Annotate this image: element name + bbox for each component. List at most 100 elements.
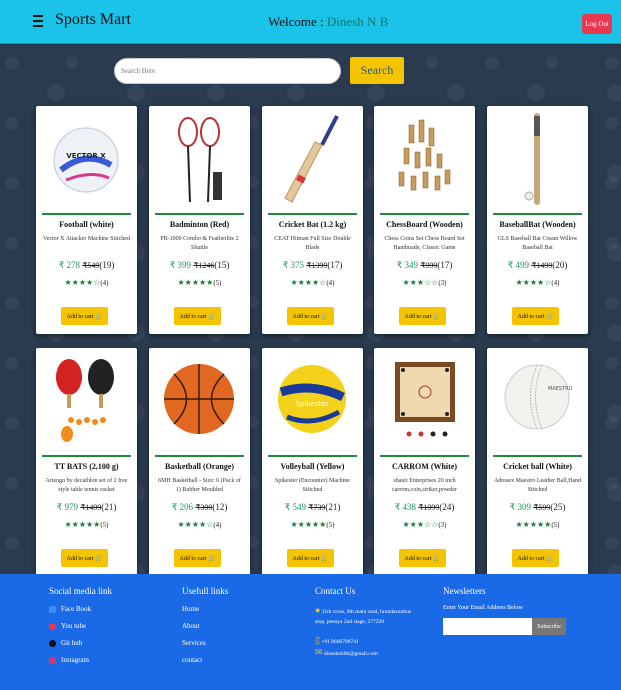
star-rating-icon: ★★★☆☆ — [402, 520, 439, 529]
product-image[interactable]: VECTOR X — [41, 110, 132, 210]
original-price: ₹399 — [195, 503, 213, 512]
star-rating-icon: ★★★★★ — [64, 520, 101, 529]
newsletter-email-input[interactable] — [443, 618, 532, 635]
product-image[interactable] — [154, 110, 245, 210]
sale-price: ₹ 499 — [507, 260, 530, 270]
product-image[interactable]: MAESTRO — [492, 352, 583, 452]
card-divider — [155, 455, 244, 457]
product-card[interactable]: BaseballBat (Wooden) GLS Baseball Bat Cre… — [487, 106, 588, 334]
rating-count: (3) — [438, 521, 447, 529]
product-image[interactable] — [379, 352, 470, 452]
product-image[interactable] — [41, 352, 132, 452]
svg-text:MAESTRO: MAESTRO — [548, 386, 573, 392]
original-price: ₹1999 — [418, 503, 440, 512]
sale-price: ₹ 399 — [169, 260, 192, 270]
product-card[interactable]: TT BATS (2,100 g) Artengo by decathlon se… — [36, 348, 137, 576]
product-card[interactable]: CARROM (White) shauti Enterprises 20 inch… — [374, 348, 475, 576]
rating-count: (5) — [100, 521, 109, 529]
contact-address: ● 11th cross, 8th main road, brundavanbu… — [315, 605, 411, 625]
about-link[interactable]: About — [182, 622, 228, 630]
sale-price: ₹ 549 — [284, 502, 307, 512]
rating-count: (5) — [213, 279, 222, 287]
rating-count: (4) — [213, 521, 222, 529]
product-image[interactable] — [379, 110, 470, 210]
useful-heading: Usefull links — [182, 586, 229, 596]
original-price: ₹739 — [308, 503, 326, 512]
product-card[interactable]: Cricket Bat (1.2 kg) CEAT Hitman Full Siz… — [262, 106, 363, 334]
original-price: ₹599 — [533, 503, 551, 512]
cart-icon: 🛒 — [321, 555, 329, 562]
sold-count: (24) — [439, 502, 455, 512]
product-card[interactable]: ChessBoard (Wooden) Chess Coins Set Chess… — [374, 106, 475, 334]
svg-text:VECTOR X: VECTOR X — [66, 152, 106, 160]
product-name: Football (white) — [59, 220, 114, 229]
product-card[interactable]: Spikester Volleyball (Yellow) Spikester (E… — [262, 348, 363, 576]
product-price: ₹ 549 ₹739(21) — [262, 502, 363, 513]
product-rating: ★★★★★(5) — [149, 278, 250, 287]
brand-title[interactable]: Sports Mart — [55, 11, 131, 29]
sold-count: (21) — [325, 502, 341, 512]
product-image[interactable]: Spikester — [267, 352, 358, 452]
contact-column: Contact Us ● 11th cross, 8th main road, … — [315, 586, 415, 659]
sale-price: ₹ 375 — [282, 260, 305, 270]
add-to-cart-button[interactable]: Add to cart 🛒 — [512, 549, 559, 567]
product-price: ₹ 438 ₹1999(24) — [374, 502, 475, 513]
original-price: ₹1499 — [531, 261, 553, 270]
youtube-link[interactable]: You tube — [49, 622, 112, 630]
product-card[interactable]: MAESTRO Cricket ball (White) Adreaex Maest… — [487, 348, 588, 576]
product-card[interactable]: VECTOR X Football (white) Vector X Attacke… — [36, 106, 137, 334]
sale-price: ₹ 206 — [171, 502, 194, 512]
add-to-cart-button[interactable]: Add to cart 🛒 — [287, 549, 334, 567]
add-to-cart-button[interactable]: Add to cart 🛒 — [512, 307, 559, 325]
product-price: ₹ 278 ₹549(19) — [36, 260, 137, 271]
home-link[interactable]: Home — [182, 605, 228, 613]
cart-icon: 🛒 — [95, 555, 103, 562]
star-rating-icon: ★★★★☆ — [290, 278, 327, 287]
search-button[interactable]: Search — [350, 57, 404, 84]
product-image[interactable] — [492, 110, 583, 210]
search-input[interactable] — [114, 58, 341, 84]
product-price: ₹ 309 ₹599(25) — [487, 502, 588, 513]
add-to-cart-button[interactable]: Add to cart 🛒 — [61, 307, 108, 325]
hamburger-menu-icon[interactable] — [33, 15, 43, 27]
rating-count: (5) — [551, 521, 560, 529]
product-image[interactable] — [267, 110, 358, 210]
cart-icon: 🛒 — [95, 313, 103, 320]
subscribe-button[interactable]: Subscribe — [532, 618, 566, 635]
add-to-cart-button[interactable]: Add to cart 🛒 — [174, 307, 221, 325]
product-rating: ★★★☆☆(3) — [374, 520, 475, 529]
facebook-link[interactable]: Face Book — [49, 605, 112, 613]
mail-icon: ✉ — [315, 647, 323, 657]
product-description: Chess Coins Set Chess Board Set Handmade… — [384, 236, 465, 251]
newsletter-column: Newsletters Enter Your Email Address Bel… — [443, 586, 566, 636]
add-to-cart-button[interactable]: Add to cart 🛒 — [399, 307, 446, 325]
product-description: 6MH Basketball - Size: 6 (Pack of 1) Rub… — [158, 478, 241, 493]
product-card[interactable]: Badminton (Red) PB-1000 Combo & Featherli… — [149, 106, 250, 334]
logout-button[interactable]: Log Out — [582, 14, 612, 34]
github-icon — [49, 639, 56, 647]
sold-count: (19) — [99, 260, 115, 270]
add-to-cart-button[interactable]: Add to cart 🛒 — [287, 307, 334, 325]
instagram-link[interactable]: Instagram — [49, 656, 112, 664]
contact-link[interactable]: contact — [182, 656, 228, 664]
star-rating-icon: ★★★★★ — [290, 520, 327, 529]
sale-price: ₹ 349 — [396, 260, 419, 270]
product-rating: ★★★☆☆(3) — [374, 278, 475, 287]
services-link[interactable]: Services — [182, 639, 228, 647]
github-link[interactable]: Git hub — [49, 639, 112, 647]
product-name: ChessBoard (Wooden) — [386, 220, 463, 229]
top-navbar: Sports Mart Welcome : Dinesh N B Log Out — [0, 0, 621, 44]
product-image[interactable] — [154, 352, 245, 452]
product-description: PB-1000 Combo & Featherlite 2 Shuttle — [160, 236, 239, 251]
add-to-cart-button[interactable]: Add to cart 🛒 — [399, 549, 446, 567]
facebook-icon — [49, 605, 56, 613]
cart-icon: 🛒 — [546, 313, 554, 320]
add-to-cart-button[interactable]: Add to cart 🛒 — [174, 549, 221, 567]
product-card[interactable]: Basketball (Orange) 6MH Basketball - Size… — [149, 348, 250, 576]
product-rating: ★★★★☆(4) — [262, 278, 363, 287]
product-description: CEAT Hitman Full Size Double Blade — [274, 236, 351, 251]
cart-icon: 🛒 — [321, 313, 329, 320]
add-to-cart-button[interactable]: Add to cart 🛒 — [61, 549, 108, 567]
card-divider — [380, 213, 469, 215]
username: Dinesh N B — [326, 14, 389, 29]
